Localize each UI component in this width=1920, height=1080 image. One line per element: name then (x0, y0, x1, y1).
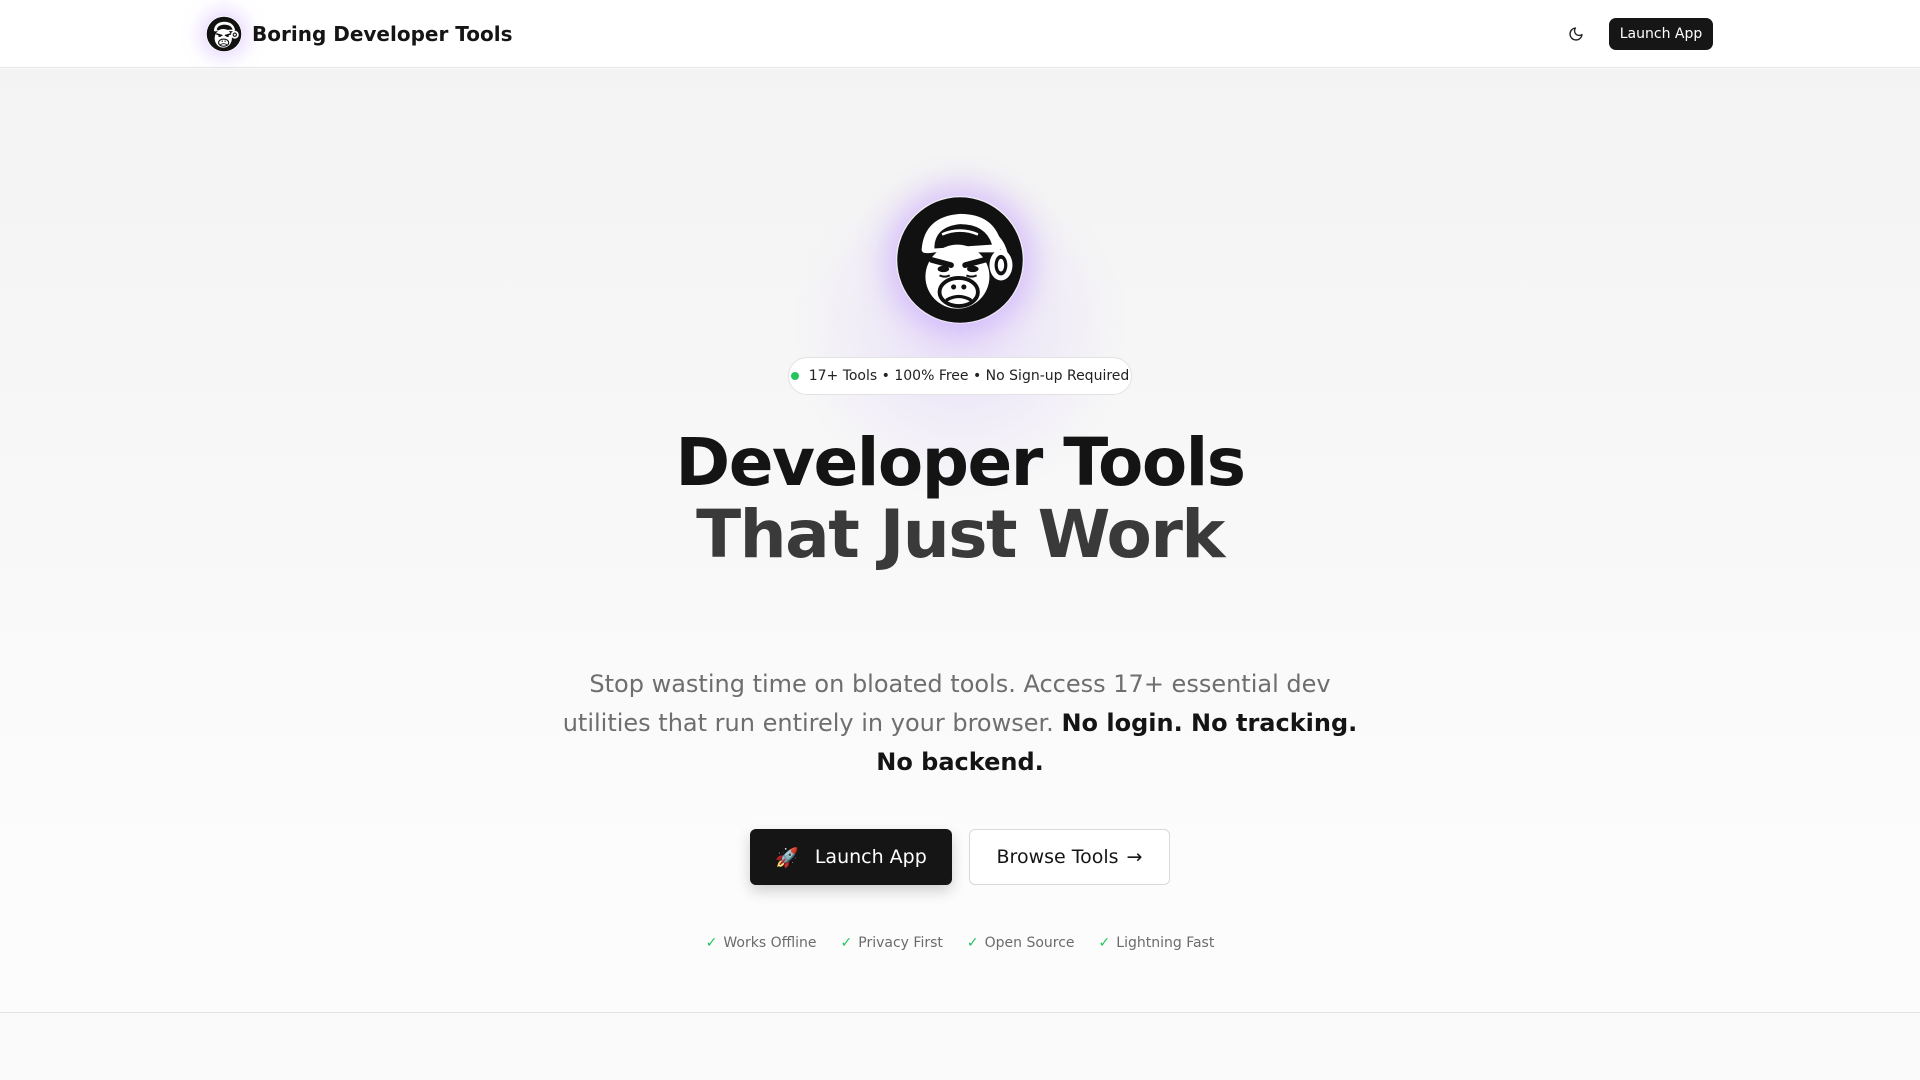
navbar: Boring Developer Tools Launch App (0, 0, 1920, 68)
hero-section: 17+ Tools • 100% Free • No Sign-up Requi… (0, 69, 1920, 1012)
badge-text: 17+ Tools • 100% Free • No Sign-up Requi… (808, 368, 1130, 384)
feature-label: Open Source (984, 935, 1075, 951)
status-badge: 17+ Tools • 100% Free • No Sign-up Requi… (788, 357, 1132, 395)
hero-title: Developer Tools That Just Work (460, 427, 1460, 571)
rocket-icon: 🚀 (775, 846, 799, 869)
hero-description: Stop wasting time on bloated tools. Acce… (560, 665, 1360, 782)
feature-item: ✓ Works Offline (706, 935, 817, 951)
feature-item: ✓ Lightning Fast (1099, 935, 1215, 951)
cta-row: 🚀 Launch App Browse Tools → (750, 829, 1170, 885)
check-icon: ✓ (1098, 935, 1111, 951)
moon-icon (1569, 27, 1583, 41)
check-icon: ✓ (705, 935, 718, 951)
monkey-logo-icon (206, 16, 242, 52)
theme-toggle-button[interactable] (1560, 18, 1592, 50)
feature-item: ✓ Open Source (967, 935, 1075, 951)
check-icon: ✓ (840, 935, 853, 951)
brand-home-link[interactable]: Boring Developer Tools (206, 16, 513, 52)
launch-app-button[interactable]: 🚀 Launch App (750, 829, 952, 885)
status-dot-icon (790, 372, 799, 380)
feature-list: ✓ Works Offline ✓ Privacy First ✓ Open S… (700, 931, 1220, 955)
browse-tools-button[interactable]: Browse Tools → (969, 829, 1170, 885)
nav-launch-app-button[interactable]: Launch App (1609, 18, 1713, 50)
arrow-right-icon: → (1126, 846, 1143, 868)
monkey-logo-icon (896, 196, 1024, 324)
feature-label: Works Offline (723, 935, 817, 951)
hero-title-line-2: That Just Work (696, 496, 1225, 573)
feature-label: Privacy First (858, 935, 943, 951)
check-icon: ✓ (966, 935, 979, 951)
browse-tools-label: Browse Tools (996, 846, 1119, 868)
next-section (0, 1012, 1920, 1080)
launch-app-label: Launch App (814, 846, 927, 868)
feature-label: Lightning Fast (1116, 935, 1215, 951)
feature-item: ✓ Privacy First (841, 935, 943, 951)
brand-name: Boring Developer Tools (252, 22, 513, 46)
hero-title-line-1: Developer Tools (675, 424, 1246, 501)
